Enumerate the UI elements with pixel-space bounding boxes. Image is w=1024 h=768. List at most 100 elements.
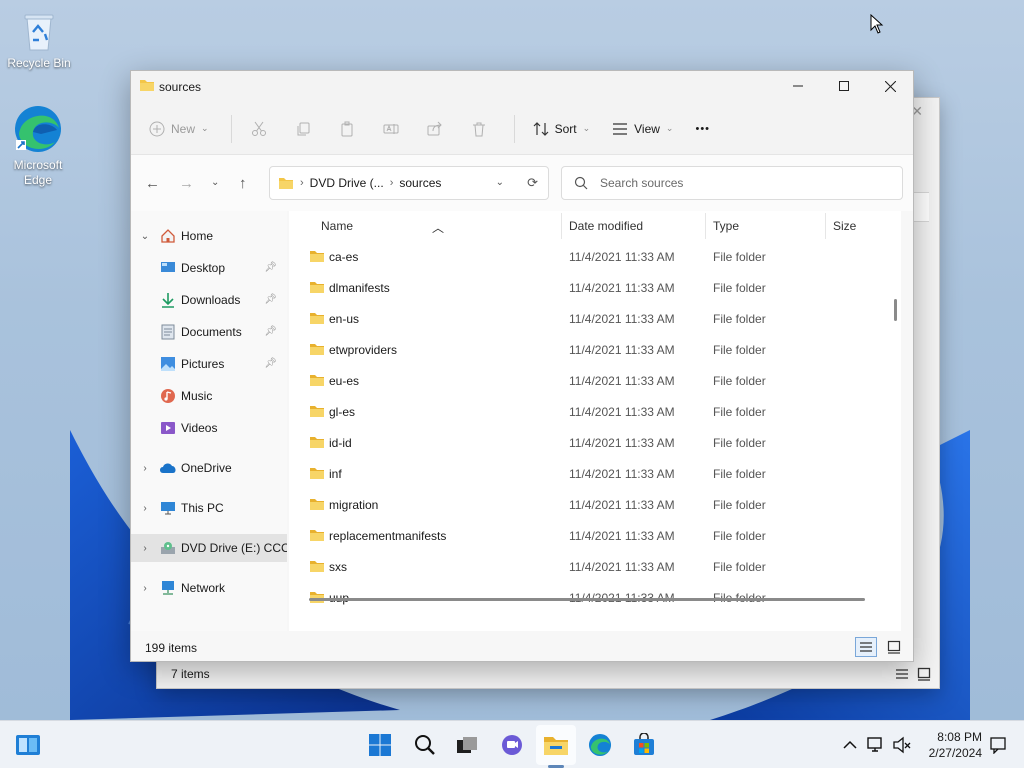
chevron-right-icon[interactable]: › [131, 463, 159, 474]
clock[interactable]: 8:08 PM 2/27/2024 [929, 729, 982, 761]
file-type: File folder [713, 374, 766, 388]
address-bar[interactable]: › DVD Drive (... › sources ⌄ ⟳ [269, 166, 549, 200]
chevron-right-icon[interactable]: › [131, 583, 159, 594]
store-button[interactable] [630, 731, 658, 759]
pin-icon[interactable]: 📌︎ [264, 326, 277, 337]
breadcrumb-dvd-drive[interactable]: DVD Drive (... [310, 176, 384, 190]
copy-icon[interactable] [294, 120, 312, 138]
nav-item-label: Videos [181, 421, 218, 435]
chat-button[interactable] [498, 731, 526, 759]
vertical-scrollbar[interactable] [894, 299, 897, 321]
new-button[interactable]: New ⌄ [149, 121, 209, 137]
nav-item-dvd-drive[interactable]: › DVD Drive (E:) CCCOMA_X64FRE_EN-US_DV9 [131, 534, 287, 562]
table-row[interactable]: replacementmanifests 11/4/2021 11:33 AM Fi… [289, 520, 901, 551]
edge-icon [588, 733, 612, 757]
maximize-button[interactable] [821, 71, 867, 101]
pin-icon[interactable]: 📌︎ [264, 358, 277, 369]
volume-button[interactable] [888, 731, 916, 759]
view-button[interactable]: View ⌄ [612, 122, 673, 136]
chevron-right-icon[interactable]: › [131, 543, 159, 554]
file-date-modified: 11/4/2021 11:33 AM [569, 343, 675, 357]
column-header-type[interactable]: Type [713, 219, 739, 233]
nav-item-pictures[interactable]: Pictures 📌︎ [131, 350, 287, 378]
pin-icon[interactable]: 📌︎ [264, 262, 277, 273]
refresh-icon[interactable]: ⟳ [527, 175, 538, 191]
file-name: etwproviders [329, 343, 398, 357]
nav-item-this-pc[interactable]: › This PC [131, 494, 287, 522]
table-row[interactable]: en-us 11/4/2021 11:33 AM File folder [289, 303, 901, 334]
table-row[interactable]: etwproviders 11/4/2021 11:33 AM File folde… [289, 334, 901, 365]
nav-item-documents[interactable]: Documents 📌︎ [131, 318, 287, 346]
table-row[interactable]: eu-es 11/4/2021 11:33 AM File folder [289, 365, 901, 396]
cut-icon[interactable] [250, 120, 268, 138]
search-button[interactable] [411, 731, 439, 759]
minimize-button[interactable] [775, 71, 821, 101]
plus-circle-icon [149, 121, 165, 136]
nav-item-network[interactable]: › Network [131, 574, 287, 602]
desktop-icon-edge[interactable]: Microsoft Edge [2, 104, 74, 188]
show-hidden-icons-button[interactable] [836, 731, 864, 759]
address-dropdown-icon[interactable]: ⌄ [496, 177, 504, 188]
widgets-icon [16, 735, 40, 755]
nav-item-home[interactable]: ⌄ Home [131, 222, 287, 250]
nav-item-onedrive[interactable]: › OneDrive [131, 454, 287, 482]
edge-taskbar-button[interactable] [586, 731, 614, 759]
delete-icon[interactable] [470, 120, 488, 138]
notifications-button[interactable] [984, 731, 1012, 759]
widgets-button[interactable] [14, 731, 42, 759]
more-options-button[interactable]: ••• [695, 123, 710, 135]
breadcrumb-sources[interactable]: sources [399, 176, 441, 190]
table-row[interactable]: inf 11/4/2021 11:33 AM File folder [289, 458, 901, 489]
nav-item-videos[interactable]: Videos [131, 414, 287, 442]
forward-arrow-icon[interactable]: → [179, 175, 194, 192]
desktop-icon-recycle-bin[interactable]: Recycle Bin [3, 10, 75, 71]
column-separator[interactable] [705, 213, 706, 239]
nav-item-music[interactable]: Music [131, 382, 287, 410]
table-row[interactable]: dlmanifests 11/4/2021 11:33 AM File folder [289, 272, 901, 303]
network-status-button[interactable] [862, 731, 890, 759]
share-icon[interactable] [426, 120, 444, 138]
music-icon [159, 387, 177, 405]
column-separator[interactable] [825, 213, 826, 239]
file-explorer-button[interactable] [542, 731, 570, 759]
chevron-right-icon[interactable]: › [131, 503, 159, 514]
horizontal-scrollbar[interactable] [309, 598, 865, 601]
close-button[interactable] [867, 71, 913, 101]
table-row[interactable]: sxs 11/4/2021 11:33 AM File folder [289, 551, 901, 582]
table-row[interactable]: migration 11/4/2021 11:33 AM File folder [289, 489, 901, 520]
title-bar[interactable]: sources [131, 71, 913, 103]
table-row[interactable]: gl-es 11/4/2021 11:33 AM File folder [289, 396, 901, 427]
file-type: File folder [713, 343, 766, 357]
downloads-icon [159, 291, 177, 309]
up-arrow-icon[interactable]: ↑ [239, 175, 247, 192]
paste-icon[interactable] [338, 120, 356, 138]
rename-icon[interactable] [382, 120, 400, 138]
chevron-down-icon[interactable]: ⌄ [131, 231, 159, 242]
nav-item-desktop[interactable]: Desktop 📌︎ [131, 254, 287, 282]
column-header-date-modified[interactable]: Date modified [569, 219, 643, 233]
details-view-icon[interactable] [895, 667, 909, 681]
sort-button[interactable]: Sort ⌄ [533, 121, 590, 137]
details-view-button[interactable] [855, 637, 877, 657]
column-header-name[interactable]: Name [321, 219, 353, 233]
file-explorer-window[interactable]: sources New ⌄ Sort ⌄ View ⌄ ••• ← → ⌄ ↑ … [130, 70, 914, 662]
table-row[interactable]: id-id 11/4/2021 11:33 AM File folder [289, 427, 901, 458]
column-separator[interactable] [561, 213, 562, 239]
table-row[interactable]: ca-es 11/4/2021 11:33 AM File folder [289, 241, 901, 272]
tiles-view-icon[interactable] [917, 667, 931, 681]
pin-icon[interactable]: 📌︎ [264, 294, 277, 305]
file-date-modified: 11/4/2021 11:33 AM [569, 560, 675, 574]
back-arrow-icon[interactable]: ← [145, 175, 160, 192]
task-view-button[interactable] [453, 731, 481, 759]
network-icon [159, 579, 177, 597]
chevron-right-icon[interactable]: › [300, 177, 304, 189]
start-button[interactable] [366, 731, 394, 759]
search-box[interactable] [561, 166, 903, 200]
tiles-view-icon [887, 640, 901, 654]
search-input[interactable] [600, 176, 880, 190]
column-header-size[interactable]: Size [833, 219, 856, 233]
recent-locations-chevron-icon[interactable]: ⌄ [211, 177, 219, 188]
chevron-right-icon[interactable]: › [390, 177, 394, 189]
tiles-view-button[interactable] [883, 637, 905, 657]
nav-item-downloads[interactable]: Downloads 📌︎ [131, 286, 287, 314]
